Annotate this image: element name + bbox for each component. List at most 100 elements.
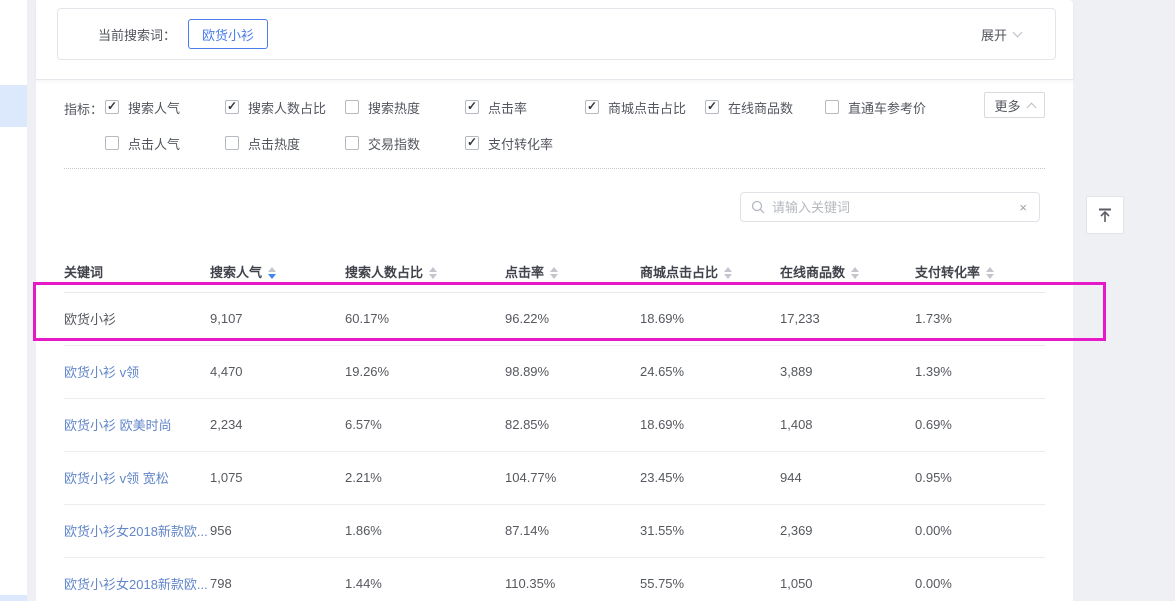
metric-checkbox[interactable]: 搜索人数占比: [225, 94, 345, 120]
column-header[interactable]: 点击率: [505, 251, 640, 292]
column-header-label: 点击率: [505, 265, 544, 280]
metric-checkbox[interactable]: 直通车参考价: [825, 94, 945, 120]
table-header-row: 关键词 搜索人气 搜索人数占比 点击率 商城点击占比 在线商品数 支付转化率: [64, 251, 1045, 292]
cell: 18.69%: [640, 292, 780, 345]
cell: 6.57%: [345, 398, 505, 451]
column-header[interactable]: 商城点击占比: [640, 251, 780, 292]
keyword-link[interactable]: 欧货小衫女2018新款欧...: [64, 504, 210, 557]
sort-icon[interactable]: [986, 267, 994, 279]
table-row: 欧货小衫 v领 4,470 19.26% 98.89% 24.65% 3,889…: [64, 345, 1045, 398]
column-header[interactable]: 支付转化率: [915, 251, 1045, 292]
keyword-search-box[interactable]: ×: [740, 192, 1040, 222]
column-header[interactable]: 在线商品数: [780, 251, 915, 292]
metrics-filter-bar: 指标： 搜索人气 搜索人数占比 搜索热度: [64, 80, 1045, 156]
sort-icon[interactable]: [550, 267, 558, 279]
metric-checkbox[interactable]: 交易指数: [345, 130, 465, 156]
search-term-chip[interactable]: 欧货小衫: [188, 19, 268, 49]
cell: 31.55%: [640, 504, 780, 557]
cell: 18.69%: [640, 398, 780, 451]
metric-checkbox[interactable]: 搜索热度: [345, 94, 465, 120]
metric-checkbox[interactable]: 点击人气: [105, 130, 225, 156]
keyword-link[interactable]: 欧货小衫女2018新款欧...: [64, 557, 210, 601]
checkbox-icon: [825, 100, 839, 114]
cell: 19.26%: [345, 345, 505, 398]
more-metrics-button[interactable]: 更多: [984, 92, 1045, 118]
table-row: 欧货小衫 v领 宽松 1,075 2.21% 104.77% 23.45% 94…: [64, 451, 1045, 504]
sort-icon[interactable]: [851, 267, 859, 279]
cell: 1.86%: [345, 504, 505, 557]
clear-icon[interactable]: ×: [1017, 200, 1029, 215]
checkbox-icon: [345, 100, 359, 114]
current-search-term-panel: 当前搜索词： 欧货小衫 展开: [57, 8, 1056, 60]
expand-label: 展开: [981, 25, 1007, 44]
column-header: 关键词: [64, 251, 210, 292]
table-row: 欧货小衫 欧美时尚 2,234 6.57% 82.85% 18.69% 1,40…: [64, 398, 1045, 451]
table-row: 欧货小衫 9,107 60.17% 96.22% 18.69% 17,233 1…: [64, 292, 1045, 345]
metric-label: 商城点击占比: [608, 98, 686, 117]
metric-label: 在线商品数: [728, 98, 793, 117]
page: 当前搜索词： 欧货小衫 展开 指标： 搜索人气 搜索人: [0, 0, 1175, 601]
chevron-up-icon: [1026, 102, 1036, 112]
cell: 23.45%: [640, 451, 780, 504]
column-header[interactable]: 搜索人气: [210, 251, 345, 292]
cell: 82.85%: [505, 398, 640, 451]
checkbox-icon: [465, 100, 479, 114]
search-term-card: 当前搜索词： 欧货小衫 展开: [36, 0, 1073, 80]
keyword-link[interactable]: 欧货小衫 v领 宽松: [64, 451, 210, 504]
keyword-cell: 欧货小衫: [64, 292, 210, 345]
up-arrow-to-bar-icon: [1096, 206, 1114, 224]
back-to-top-button[interactable]: [1086, 196, 1124, 234]
cell: 1,408: [780, 398, 915, 451]
cell: 4,470: [210, 345, 345, 398]
metric-label: 点击热度: [248, 134, 300, 153]
cell: 0.69%: [915, 398, 1045, 451]
cell: 1.39%: [915, 345, 1045, 398]
sort-icon[interactable]: [724, 267, 732, 279]
cell: 24.65%: [640, 345, 780, 398]
keyword-link[interactable]: 欧货小衫 欧美时尚: [64, 398, 210, 451]
metric-checkbox[interactable]: 点击热度: [225, 130, 345, 156]
sort-icon[interactable]: [268, 267, 276, 279]
metric-checkbox[interactable]: 商城点击占比: [585, 94, 705, 120]
checkbox-icon: [225, 100, 239, 114]
table-row: 欧货小衫女2018新款欧... 798 1.44% 110.35% 55.75%…: [64, 557, 1045, 601]
metrics-checkbox-grid: 搜索人气 搜索人数占比 搜索热度 点击率: [105, 94, 945, 156]
metric-checkbox[interactable]: 点击率: [465, 94, 585, 120]
metric-label: 点击人气: [128, 134, 180, 153]
cell: 956: [210, 504, 345, 557]
metric-label: 搜索人数占比: [248, 98, 326, 117]
sidebar-highlight-bottom: [0, 595, 27, 601]
cell: 2,369: [780, 504, 915, 557]
checkbox-icon: [585, 100, 599, 114]
metric-checkbox[interactable]: 支付转化率: [465, 130, 585, 156]
sort-icon[interactable]: [429, 267, 437, 279]
sidebar-active-item-highlight[interactable]: [0, 85, 27, 127]
checkbox-icon: [105, 136, 119, 150]
cell: 2.21%: [345, 451, 505, 504]
main-panel: 当前搜索词： 欧货小衫 展开 指标： 搜索人气 搜索人: [36, 0, 1073, 601]
cell: 104.77%: [505, 451, 640, 504]
column-header-label: 在线商品数: [780, 265, 845, 280]
cell: 1.73%: [915, 292, 1045, 345]
search-icon: [751, 200, 765, 214]
cell: 1.44%: [345, 557, 505, 601]
expand-toggle[interactable]: 展开: [981, 25, 1021, 44]
column-header-label: 搜索人数占比: [345, 265, 423, 280]
metric-label: 点击率: [488, 98, 527, 117]
keyword-search-input[interactable]: [772, 200, 1017, 215]
metrics-label: 指标：: [64, 94, 105, 156]
keyword-link[interactable]: 欧货小衫 v领: [64, 345, 210, 398]
column-header[interactable]: 搜索人数占比: [345, 251, 505, 292]
checkbox-icon: [225, 136, 239, 150]
cell: 87.14%: [505, 504, 640, 557]
cell: 1,075: [210, 451, 345, 504]
metric-checkbox[interactable]: 搜索人气: [105, 94, 225, 120]
metric-checkbox[interactable]: 在线商品数: [705, 94, 825, 120]
column-header-label: 搜索人气: [210, 265, 262, 280]
more-label: 更多: [994, 96, 1020, 115]
metric-label: 直通车参考价: [848, 98, 926, 117]
left-sidebar-edge: [0, 0, 27, 601]
column-header-label: 支付转化率: [915, 265, 980, 280]
metrics-and-table-card: 指标： 搜索人气 搜索人数占比 搜索热度: [36, 80, 1073, 601]
cell: 96.22%: [505, 292, 640, 345]
